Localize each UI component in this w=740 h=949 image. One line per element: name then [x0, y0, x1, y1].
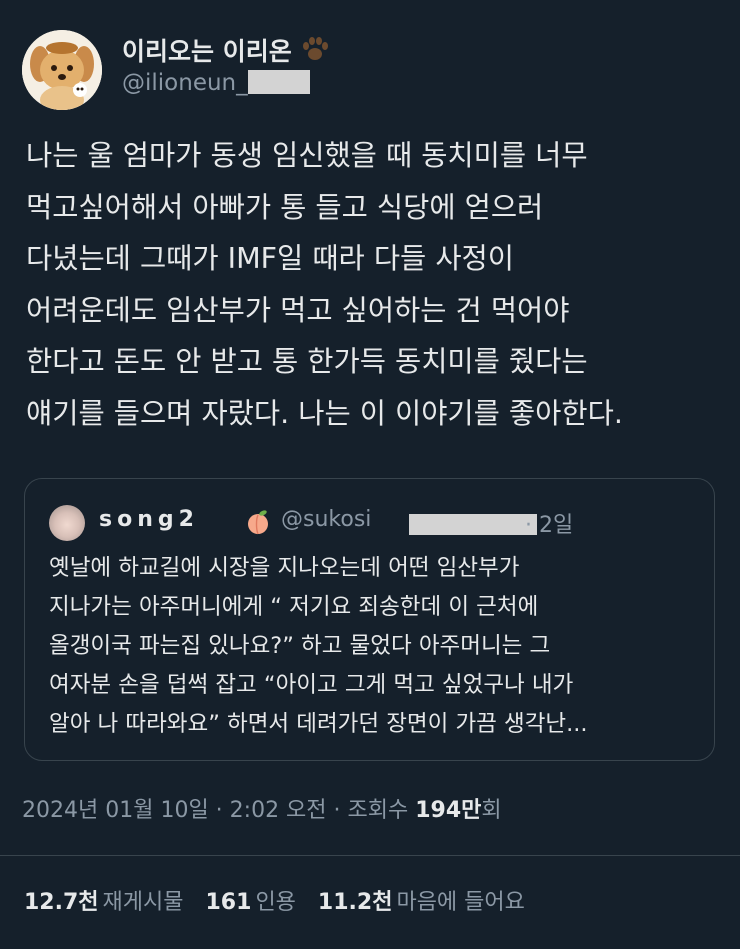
quotes-label: 인용: [255, 890, 296, 915]
retweets-stat[interactable]: 12.7천 재게시물: [24, 890, 184, 915]
redaction-box: [247, 70, 310, 94]
tweet-line: 어려운데도 임산부가 먹고 싶어하는 건 먹어야: [26, 293, 570, 327]
author-handle-row: @ilioneun_: [122, 70, 310, 100]
quotes-count: 161: [205, 890, 252, 915]
tweet-metadata: 2024년 01월 10일 · 2:02 오전 · 조회수 194만회: [22, 792, 502, 824]
tweet-line: 한다고 돈도 안 받고 통 한가득 동치미를 줬다는: [26, 345, 588, 378]
likes-count: 11.2천: [317, 890, 393, 915]
quoted-author-avatar: [49, 505, 85, 541]
quote-line: 올갱이국 파는집 있나요?” 하고 물었다 아주머니는 그: [49, 633, 551, 659]
peach-icon: [245, 509, 271, 539]
quoted-author-name: song2: [99, 507, 199, 532]
author-display-name[interactable]: 이리오는 이리온: [122, 32, 330, 68]
redaction-box: [409, 514, 537, 535]
view-count-suffix: 회: [481, 798, 502, 823]
likes-label: 마음에 들어요: [396, 890, 525, 915]
quote-line: 여자분 손을 덥썩 잡고 “아이고 그게 먹고 싶었구나 내가: [49, 672, 574, 698]
engagement-stats: 12.7천 재게시물 161 인용 11.2천 마음에 들어요: [24, 884, 525, 916]
quoted-tweet-time: · 2일: [525, 513, 574, 538]
tweet-line: 나는 울 엄마가 동생 임신했을 때 동치미를 너무: [26, 139, 588, 172]
retweets-label: 재게시물: [102, 890, 184, 915]
author-handle[interactable]: @ilioneun_: [122, 70, 248, 96]
quote-line: 알아 나 따라와요” 하면서 데려가던 장면이 가끔 생각난...: [49, 711, 588, 737]
tweet-line: 먹고싶어해서 아빠가 통 들고 식당에 얻으러: [26, 190, 544, 224]
likes-stat[interactable]: 11.2천 마음에 들어요: [318, 890, 525, 915]
quote-line: 옛날에 하교길에 시장을 지나오는데 어떤 임산부가: [49, 555, 520, 581]
quote-line: 지나가는 아주머니에게 “ 저기요 죄송한데 이 근처에: [49, 594, 539, 620]
view-count: 194만: [415, 798, 482, 823]
quoted-author-handle: @sukosi: [281, 507, 372, 532]
retweets-count: 12.7천: [24, 890, 99, 915]
paw-icon: [300, 36, 330, 68]
tweet-line: 얘기를 들으며 자랐다. 나는 이 이야기를 좋아한다.: [26, 396, 623, 430]
quotes-stat[interactable]: 161 인용: [206, 890, 296, 915]
quoted-tweet-card[interactable]: song2 @sukosi · 2일 옛날에 하교길에 시장을 지나오는데 어떤…: [24, 478, 715, 761]
divider: [0, 855, 740, 856]
tweet-line: 다녔는데 그때가 IMF일 때라 다들 사정이: [26, 242, 514, 275]
quoted-tweet-text: 옛날에 하교길에 시장을 지나오는데 어떤 임산부가 지나가는 아주머니에게 “…: [49, 549, 699, 744]
tweet-timestamp[interactable]: 2024년 01월 10일 · 2:02 오전 · 조회수: [22, 798, 415, 823]
author-avatar[interactable]: [22, 30, 102, 110]
tweet-text: 나는 울 엄마가 동생 임신했을 때 동치미를 너무 먹고싶어해서 아빠가 통 …: [26, 130, 726, 439]
